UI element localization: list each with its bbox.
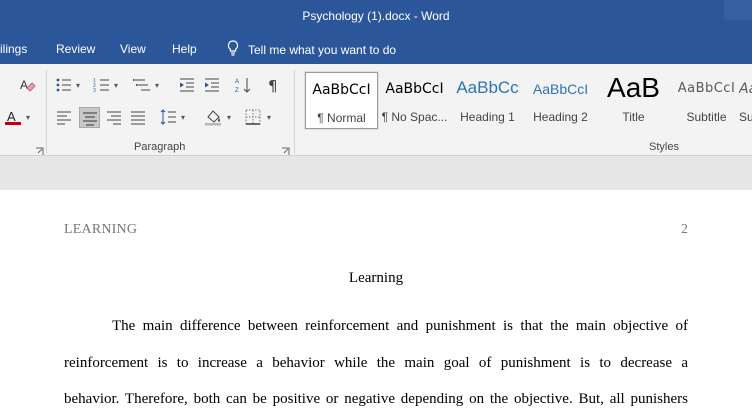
style-name: Su (739, 110, 752, 124)
svg-text:A: A (235, 79, 239, 85)
style-heading-2[interactable]: AaBbCcI Heading 2 (524, 72, 597, 129)
style-sample: Aa (739, 81, 752, 97)
line-spacing-icon[interactable] (160, 108, 178, 126)
decrease-indent-icon[interactable] (178, 76, 196, 94)
running-head: LEARNING (64, 222, 138, 237)
document-page[interactable]: LEARNING 2 Learning The main difference … (0, 190, 752, 418)
window-control[interactable] (724, 0, 752, 20)
multilevel-list-icon[interactable] (133, 76, 151, 94)
increase-indent-icon[interactable] (203, 76, 221, 94)
align-right-icon[interactable] (105, 108, 123, 126)
style-subtle-emphasis[interactable]: Aa Su (739, 72, 752, 129)
style-name: Title (622, 110, 645, 124)
title-bar: Psychology (1).docx - Word (0, 0, 752, 34)
numbering-icon[interactable]: 123 (93, 76, 111, 94)
style-sample: AaBbCcI (677, 81, 736, 96)
document-title: Learning (348, 270, 404, 286)
paragraph-group-label: Paragraph (134, 141, 186, 153)
svg-text:3: 3 (93, 88, 96, 94)
borders-dropdown-icon[interactable]: ▾ (267, 113, 271, 122)
style-name: ¶ No Spac... (381, 110, 448, 124)
svg-text:A: A (20, 78, 28, 92)
style-title[interactable]: AaB Title (597, 72, 670, 129)
style-sample: AaB (607, 72, 660, 103)
style-sample: AaBbCcI (532, 81, 589, 97)
svg-text:A: A (7, 109, 16, 124)
font-color-dropdown-icon[interactable]: ▾ (26, 113, 30, 122)
tell-me-label: Tell me what you want to do (248, 42, 397, 57)
show-formatting-marks-icon[interactable]: ¶ (265, 76, 283, 94)
style-heading-1[interactable]: AaBbCc Heading 1 (451, 72, 524, 129)
style-subtitle[interactable]: AaBbCcI Subtitle (670, 72, 743, 129)
style-name: Heading 1 (460, 110, 515, 124)
style-normal[interactable]: AaBbCcI ¶ Normal (304, 71, 379, 130)
group-separator (294, 70, 295, 154)
bullets-dropdown-icon[interactable]: ▾ (76, 81, 80, 90)
paragraph-line: The main difference between reinforcemen… (112, 318, 688, 334)
borders-icon[interactable] (244, 108, 262, 126)
style-name: Subtitle (686, 110, 727, 124)
font-color-icon[interactable]: A (4, 108, 22, 126)
styles-group-label: Styles (649, 141, 679, 153)
page-number: 2 (681, 222, 688, 237)
paragraph-dialog-launcher-icon[interactable] (281, 143, 290, 155)
style-sample: AaBbCc (456, 78, 519, 97)
window-title: Psychology (1).docx - Word (302, 9, 450, 23)
clear-formatting-icon[interactable]: A (18, 76, 36, 94)
line-spacing-dropdown-icon[interactable]: ▾ (181, 113, 185, 122)
font-dialog-launcher-icon[interactable] (35, 143, 44, 155)
tab-mailings[interactable]: ilings (0, 42, 27, 56)
numbering-dropdown-icon[interactable]: ▾ (114, 81, 118, 90)
style-sample: AaBbCcI (312, 82, 371, 98)
style-name: ¶ Normal (317, 111, 366, 125)
document-area-background (0, 157, 752, 190)
tab-review[interactable]: Review (56, 42, 95, 56)
bullets-icon[interactable] (55, 76, 73, 94)
styles-gallery: AaBbCcI ¶ Normal AaBbCcI ¶ No Spac... Aa… (303, 71, 752, 130)
group-separator (46, 70, 47, 154)
svg-text:¶: ¶ (268, 77, 278, 94)
style-name: Heading 2 (533, 110, 588, 124)
style-no-spacing[interactable]: AaBbCcI ¶ No Spac... (378, 72, 451, 129)
svg-text:Z: Z (235, 88, 239, 94)
multilevel-dropdown-icon[interactable]: ▾ (155, 81, 159, 90)
sort-icon[interactable]: AZ (235, 76, 253, 94)
tab-help[interactable]: Help (172, 42, 197, 56)
ribbon-tabs: ilings Review View Help Tell me what you… (0, 34, 752, 64)
justify-icon[interactable] (129, 108, 147, 126)
tab-view[interactable]: View (120, 42, 146, 56)
style-sample: AaBbCcI (385, 81, 444, 97)
tell-me-box[interactable]: Tell me what you want to do (226, 40, 396, 59)
align-center-icon[interactable] (79, 107, 100, 128)
ribbon-home: A A ▾ ▾ 123 ▾ ▾ AZ ¶ ▾ ▾ ▾ Paragraph AaB… (0, 64, 752, 156)
lightbulb-icon (226, 40, 240, 59)
shading-dropdown-icon[interactable]: ▾ (227, 113, 231, 122)
paragraph-line: behavior. Therefore, both can be positiv… (64, 391, 688, 407)
align-left-icon[interactable] (55, 108, 73, 126)
paragraph-line: reinforcement is to increase a behavior … (64, 355, 688, 371)
shading-icon[interactable] (204, 108, 222, 126)
